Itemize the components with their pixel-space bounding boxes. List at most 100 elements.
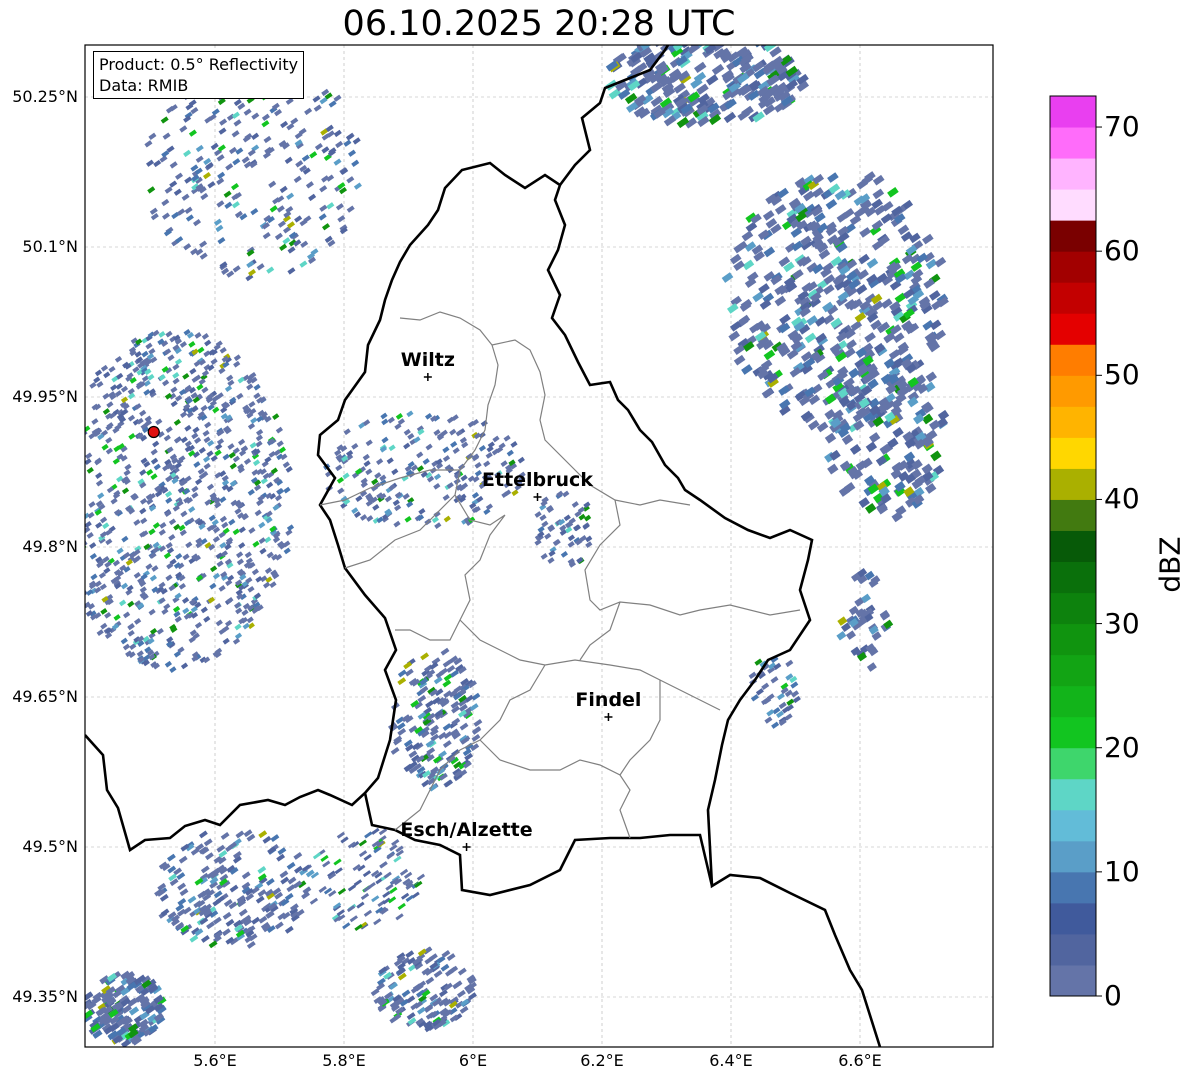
echo-cell (71, 562, 78, 569)
colorbar-swatch (1050, 623, 1096, 656)
echo-cell (56, 448, 63, 455)
lat-tick-label: 50.1°N (22, 237, 78, 256)
colorbar-swatch (1050, 747, 1096, 780)
data-source-label: Data: RMIB (99, 76, 189, 95)
lon-tick-label: 6.2°E (580, 1051, 624, 1070)
colorbar-swatch (1050, 933, 1096, 966)
echo-cell (74, 514, 81, 521)
echo-cell (61, 558, 68, 565)
echo-cell (77, 451, 84, 458)
echo-cell (51, 515, 58, 522)
echo-cell (77, 411, 84, 418)
colorbar-swatch (1050, 220, 1096, 252)
echo-cell (67, 489, 74, 496)
colorbar-tick-label: 20 (1104, 730, 1140, 764)
echo-cell (62, 445, 69, 452)
echo-cell (61, 459, 68, 466)
echo-cell (74, 419, 81, 426)
echo-cell (63, 454, 70, 461)
radar-map (51, 32, 1102, 1048)
echo-cell (69, 523, 76, 530)
echo-cell (75, 578, 82, 585)
radar-site-marker (147, 425, 160, 439)
lat-tick-label: 49.5°N (22, 837, 78, 856)
colorbar-swatch (1050, 158, 1096, 190)
city-label: Wiltz (400, 349, 455, 371)
echo-cell (67, 433, 74, 440)
colorbar-swatch (1050, 127, 1096, 159)
echo-cell (62, 433, 69, 440)
echo-cell (69, 516, 76, 523)
lon-tick-label: 5.8°E (322, 1051, 366, 1070)
echo-cell (711, 33, 723, 44)
colorbar-swatch (1050, 437, 1096, 469)
echo-cell (664, 32, 676, 43)
colorbar-tick-label: 10 (1104, 854, 1140, 888)
echo-cell (65, 424, 72, 431)
colorbar-swatch (1050, 592, 1096, 625)
echo-cell (62, 518, 69, 525)
echo-cell (69, 564, 76, 571)
city-label: Esch/Alzette (400, 819, 533, 841)
echo-cell (69, 494, 76, 501)
echo-cell (63, 457, 70, 464)
echo-cell (71, 406, 78, 413)
colorbar-swatch (1050, 840, 1096, 873)
echo-cell (72, 434, 79, 441)
lon-tick-label: 6.6°E (838, 1051, 882, 1070)
echo-cell (61, 451, 68, 458)
colorbar-swatch (1050, 468, 1096, 500)
colorbar-swatch (1050, 716, 1096, 749)
lon-tick-label: 6°E (458, 1051, 488, 1070)
echo-cell (75, 498, 82, 505)
colorbar-title: dBZ (1153, 536, 1184, 593)
colorbar-swatch (1050, 654, 1096, 687)
echo-cell (74, 521, 81, 528)
echo-cell (76, 464, 83, 471)
colorbar-swatch (1050, 344, 1096, 376)
colorbar-swatch (1050, 778, 1096, 811)
echo-cell (664, 45, 677, 46)
city-label: Ettelbruck (482, 469, 593, 491)
lat-tick-label: 49.35°N (12, 987, 78, 1006)
colorbar-tick-label: 50 (1104, 358, 1140, 392)
echo-cell (51, 487, 58, 494)
colorbar-swatch (1050, 871, 1096, 904)
colorbar-tick-label: 60 (1104, 234, 1140, 268)
echo-cell (61, 516, 68, 523)
colorbar-swatch (1050, 902, 1096, 935)
colorbar-swatch (1050, 189, 1096, 221)
city-label: Findel (575, 689, 642, 711)
lon-tick-label: 6.4°E (709, 1051, 753, 1070)
colorbar-swatch (1050, 685, 1096, 718)
echo-cell (73, 507, 80, 514)
echo-cell (74, 523, 81, 530)
echo-cell (75, 409, 82, 416)
lat-tick-label: 50.25°N (12, 87, 78, 106)
echo-cell (74, 498, 81, 505)
echo-cell (64, 429, 71, 436)
echo-cell (73, 475, 80, 482)
echo-cell (52, 517, 59, 524)
colorbar-swatch (1050, 964, 1096, 997)
colorbar-tick-label: 70 (1104, 110, 1140, 144)
colorbar-swatch (1050, 313, 1096, 345)
echo-cell (72, 575, 79, 582)
echo-cell (65, 435, 72, 442)
colorbar-swatch (1050, 499, 1096, 531)
lat-tick-label: 49.8°N (22, 537, 78, 556)
echo-cell (68, 518, 75, 525)
echo-cell (77, 437, 84, 444)
echo-cell (75, 519, 82, 526)
colorbar-tick-label: 0 (1104, 979, 1122, 1012)
echo-cell (56, 513, 63, 520)
echo-cell (73, 526, 80, 533)
colorbar-swatch (1050, 251, 1096, 283)
colorbar-swatch (1050, 375, 1096, 407)
colorbar-swatch (1050, 530, 1096, 563)
echo-cell (71, 496, 78, 503)
lon-tick-label: 5.6°E (193, 1051, 237, 1070)
echo-cell (62, 478, 69, 485)
lat-tick-label: 49.95°N (12, 387, 78, 406)
echo-cell (70, 452, 77, 459)
